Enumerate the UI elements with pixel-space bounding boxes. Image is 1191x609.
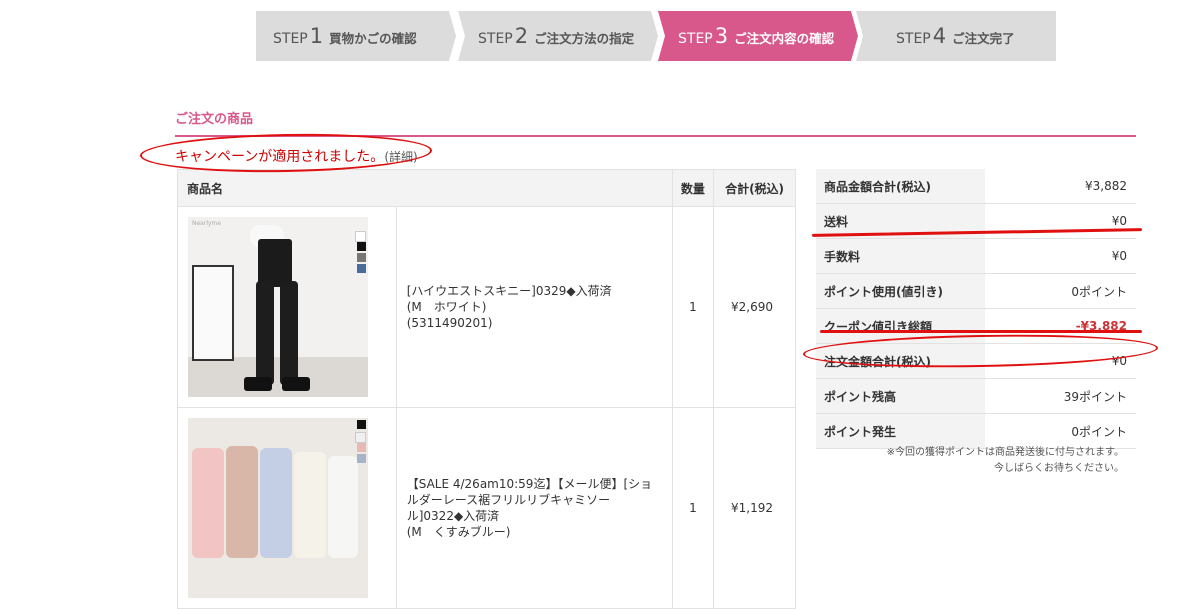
section-title: ご注文の商品 — [175, 112, 254, 127]
summary-value: ¥3,882 — [985, 169, 1136, 204]
color-swatch — [357, 242, 366, 251]
color-swatch — [355, 432, 366, 443]
summary-value: 0ポイント — [985, 273, 1136, 309]
step-label: STEP — [678, 31, 713, 47]
step-label: STEP — [273, 31, 308, 47]
summary-label: ポイント使用(値引き) — [816, 273, 985, 309]
step-number: 2 — [514, 24, 529, 48]
total-cell: ¥1,192 — [713, 407, 796, 609]
product-image-lace-camisole[interactable] — [188, 418, 368, 598]
product-name-cell: 【SALE 4/26am10:59迄】【メール便】[ショルダーレース裾フリルリブ… — [395, 407, 673, 609]
quantity-cell: 1 — [671, 206, 715, 408]
step-label: STEP — [478, 31, 513, 47]
color-swatch — [357, 454, 366, 463]
step-text: ご注文方法の指定 — [534, 31, 635, 46]
step-text: ご注文完了 — [952, 31, 1015, 46]
product-code: (5311490201) — [406, 316, 493, 330]
summary-label: 商品金額合計(税込) — [816, 169, 985, 204]
header-quantity: 数量 — [671, 169, 715, 207]
summary-value: 0ポイント — [985, 413, 1136, 449]
header-total: 合計(税込) — [713, 169, 796, 207]
step-4: STEP4 ご注文完了 — [856, 11, 1056, 61]
order-summary-table: 商品金額合計(税込) ¥3,882 送料 ¥0 手数料 ¥0 ポイント使用(値引き) 0ポイン… — [816, 169, 1136, 449]
step-number: 4 — [932, 24, 947, 48]
points-note-line: ※今回の獲得ポイントは商品発送後に付与されます。 — [886, 447, 1124, 458]
summary-row: 手数料 ¥0 — [816, 238, 1136, 274]
step-number: 3 — [714, 24, 729, 48]
step-1: STEP1 買物かごの確認 — [256, 11, 456, 61]
color-swatch — [357, 443, 366, 452]
step-text: 買物かごの確認 — [329, 31, 417, 46]
annotation-underline-coupon — [820, 330, 1142, 333]
color-swatch — [357, 420, 366, 429]
brand-logo: Nearlyme — [192, 220, 222, 227]
points-note: ※今回の獲得ポイントは商品発送後に付与されます。 今しばらくお待ちください。 — [816, 445, 1124, 477]
product-name[interactable]: [ハイウエストスキニー]0329◆入荷済 — [407, 283, 662, 299]
product-name-cell: [ハイウエストスキニー]0329◆入荷済 (M ホワイト) (531149020… — [395, 206, 673, 408]
step-text: ご注文内容の確認 — [734, 31, 835, 46]
step-label: STEP — [896, 31, 931, 47]
product-name[interactable]: 【SALE 4/26am10:59迄】【メール便】[ショルダーレース裾フリルリブ… — [407, 476, 662, 524]
checkout-steps: STEP1 買物かごの確認 STEP2 ご注文方法の指定 STEP3 ご注文内容の確認… — [256, 11, 1056, 61]
step-3-current: STEP3 ご注文内容の確認 — [658, 11, 858, 61]
total-cell: ¥2,690 — [713, 206, 796, 408]
step-number: 1 — [309, 24, 324, 48]
summary-row: ポイント使用(値引き) 0ポイント — [816, 273, 1136, 309]
summary-row: 商品金額合計(税込) ¥3,882 — [816, 169, 1136, 204]
table-row: Nearlyme [ハイウエストスキニー]0329◆入荷済 (M ホワイト) (… — [177, 206, 796, 408]
header-product-name: 商品名 — [177, 169, 673, 207]
step-2: STEP2 ご注文方法の指定 — [458, 11, 658, 61]
product-image-skinny-jeans[interactable]: Nearlyme — [188, 217, 368, 397]
color-swatch — [357, 253, 366, 262]
color-swatch — [357, 264, 366, 273]
table-header-row: 商品名 数量 合計(税込) — [177, 169, 796, 207]
quantity-cell: 1 — [671, 407, 715, 609]
summary-value: ¥0 — [985, 238, 1136, 274]
table-row: 【SALE 4/26am10:59迄】【メール便】[ショルダーレース裾フリルリブ… — [177, 407, 796, 609]
summary-label: ポイント残高 — [816, 378, 985, 414]
summary-label: 手数料 — [816, 238, 985, 274]
summary-row: ポイント発生 0ポイント — [816, 413, 1136, 449]
order-items-table: 商品名 数量 合計(税込) Nearlyme [ハイウエストスキニー]0329◆… — [177, 169, 796, 609]
summary-row: ポイント残高 39ポイント — [816, 378, 1136, 414]
product-variant: (M ホワイト) — [406, 300, 487, 314]
color-swatch — [355, 231, 366, 242]
points-note-line: 今しばらくお待ちください。 — [994, 463, 1124, 474]
product-image-cell — [177, 407, 397, 609]
summary-value: 39ポイント — [985, 378, 1136, 414]
summary-label: ポイント発生 — [816, 413, 985, 449]
product-image-cell: Nearlyme — [177, 206, 397, 408]
product-variant: (M くすみブルー) — [406, 525, 511, 539]
